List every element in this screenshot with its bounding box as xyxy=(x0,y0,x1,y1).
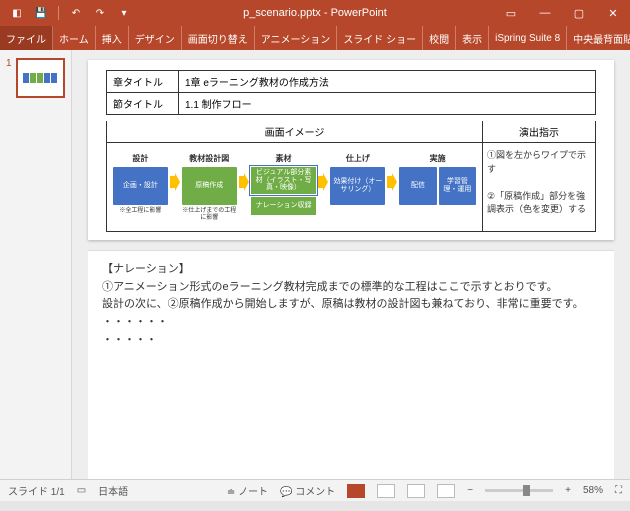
box-visual: ビジュアル部分素材（イラスト・写真・映像） xyxy=(251,167,317,194)
view-normal-button[interactable] xyxy=(347,484,365,498)
zoom-level[interactable]: 58% xyxy=(583,485,603,496)
qat-dropdown[interactable]: ▾ xyxy=(113,2,135,24)
tab-review[interactable]: 校閲 xyxy=(423,26,456,50)
tab-slideshow[interactable]: スライド ショー xyxy=(337,26,423,50)
maximize-button[interactable]: ▢ xyxy=(562,0,596,26)
box-authoring: 効果付け（オーサリング） xyxy=(330,167,385,205)
slide-thumbnails-pane: 1 xyxy=(0,50,72,479)
arrow-icon xyxy=(387,173,397,191)
zoom-out-button[interactable]: − xyxy=(467,485,473,496)
slide-thumbnail-1[interactable] xyxy=(16,58,65,98)
arrow-icon xyxy=(239,173,249,191)
status-lang[interactable]: 日本語 xyxy=(98,483,128,498)
arrow-icon xyxy=(170,173,180,191)
ribbon-options-button[interactable]: ▭ xyxy=(494,0,528,26)
screen-image-header: 画面イメージ xyxy=(107,121,482,143)
tab-custom[interactable]: 中央最背面貼り xyxy=(567,26,630,50)
notes-button[interactable]: ≐ ノート xyxy=(227,483,268,498)
redo-button[interactable]: ↷ xyxy=(89,2,111,24)
view-reading-button[interactable] xyxy=(407,484,425,498)
zoom-slider[interactable] xyxy=(485,489,553,492)
meta-chapter-v: 1章 eラーニング教材の作成方法 xyxy=(179,71,596,93)
fit-to-window-button[interactable]: ⛶ xyxy=(615,485,622,496)
tab-view[interactable]: 表示 xyxy=(456,26,489,50)
minimize-button[interactable]: — xyxy=(528,0,562,26)
tab-insert[interactable]: 挿入 xyxy=(96,26,129,50)
powerpoint-icon: ◧ xyxy=(6,2,28,24)
save-button[interactable]: 💾 xyxy=(30,2,52,24)
box-plan: 企画・設計 xyxy=(113,167,168,205)
meta-chapter-h: 章タイトル xyxy=(107,71,179,93)
tab-file[interactable]: ファイル xyxy=(0,26,53,50)
tab-design[interactable]: デザイン xyxy=(129,26,182,50)
meta-section-v: 1.1 制作フロー xyxy=(179,93,596,115)
view-slideshow-button[interactable] xyxy=(437,484,455,498)
tab-transition[interactable]: 画面切り替え xyxy=(182,26,255,50)
zoom-in-button[interactable]: + xyxy=(565,485,571,496)
box-draft: 原稿作成 xyxy=(182,167,237,205)
box-lms: 学習管理・運用 xyxy=(439,167,476,205)
close-button[interactable]: ✕ xyxy=(596,0,630,26)
thumb-number: 1 xyxy=(6,58,12,98)
meta-section-h: 節タイトル xyxy=(107,93,179,115)
slide-canvas[interactable]: 章タイトル1章 eラーニング教材の作成方法 節タイトル1.1 制作フロー 画面イ… xyxy=(88,60,614,240)
undo-button[interactable]: ↶ xyxy=(65,2,87,24)
direction-body: ①図を左からワイプで示す ②「原稿作成」部分を強調表示（色を変更）する xyxy=(483,143,595,223)
status-accessibility-icon[interactable]: ▭ xyxy=(77,485,86,496)
tab-ispring[interactable]: iSpring Suite 8 xyxy=(489,26,567,50)
tab-home[interactable]: ホーム xyxy=(53,26,96,50)
window-title: p_scenario.pptx - PowerPoint xyxy=(243,7,387,19)
comments-button[interactable]: 💬 コメント xyxy=(280,483,335,498)
status-slide: スライド 1/1 xyxy=(8,483,65,498)
view-sorter-button[interactable] xyxy=(377,484,395,498)
box-delivery: 配信 xyxy=(399,167,436,205)
direction-header: 演出指示 xyxy=(483,121,595,143)
notes-pane[interactable]: 【ナレーション】 ①アニメーション形式のeラーニング教材完成までの標準的な工程は… xyxy=(88,250,614,479)
tab-animation[interactable]: アニメーション xyxy=(255,26,338,50)
box-narration: ナレーション収録 xyxy=(251,197,317,215)
arrow-icon xyxy=(318,173,328,191)
